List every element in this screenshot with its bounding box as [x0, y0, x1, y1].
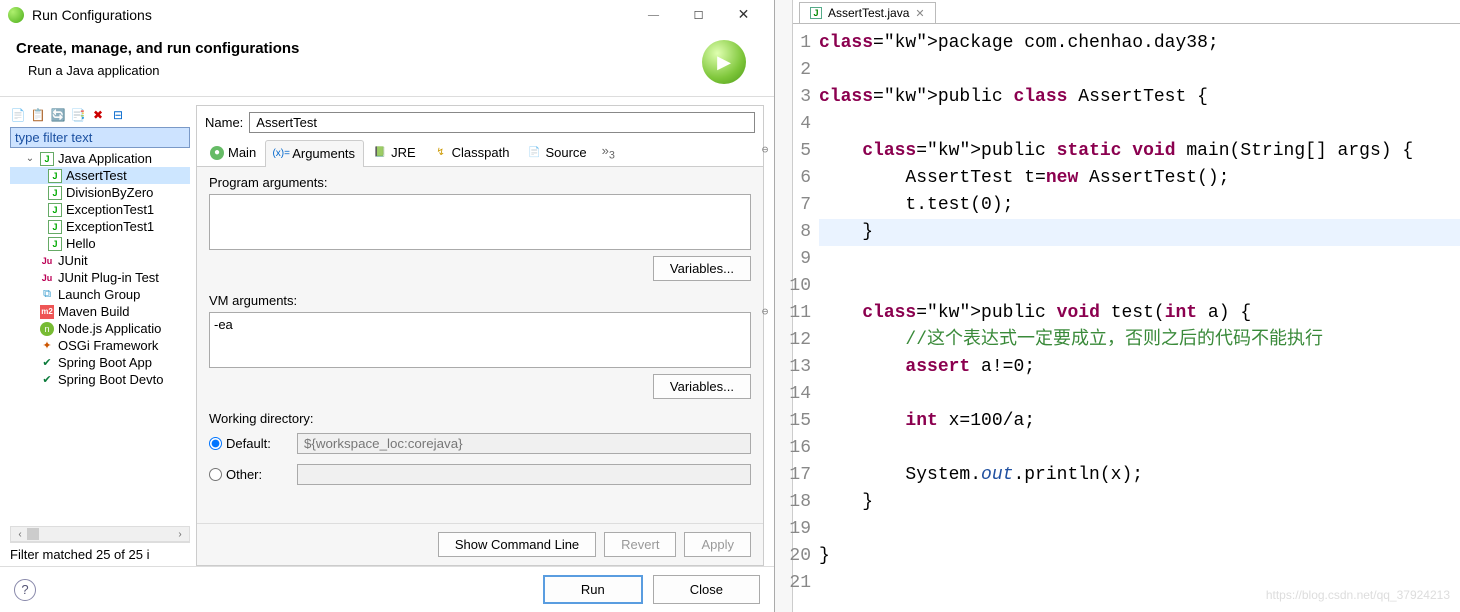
tree-node-junit-plugin[interactable]: JuJUnit Plug-in Test: [10, 269, 190, 286]
tree-hscrollbar[interactable]: ‹›: [10, 526, 190, 542]
tree-node-maven[interactable]: m2Maven Build: [10, 303, 190, 320]
titlebar: Run Configurations — ☐ ✕: [0, 0, 774, 30]
program-args-label: Program arguments:: [209, 175, 751, 190]
right-pane: Name: ●Main (x)=Arguments 📗JRE ↯Classpat…: [196, 105, 764, 566]
filter-status: Filter matched 25 of 25 i: [10, 542, 190, 566]
tree-node-nodejs[interactable]: nNode.js Applicatio: [10, 320, 190, 337]
minimize-button[interactable]: —: [631, 1, 676, 29]
working-dir-label: Working directory:: [209, 411, 751, 426]
banner-subheading: Run a Java application: [28, 63, 702, 78]
tree-node-springboot-app[interactable]: ✔Spring Boot App: [10, 354, 190, 371]
new-proto-icon[interactable]: 📋: [30, 107, 46, 123]
line-numbers: 12345⊖67891011⊖12131415161718192021: [775, 30, 819, 612]
wd-default-radio[interactable]: Default:: [209, 436, 289, 451]
config-tabs: ●Main (x)=Arguments 📗JRE ↯Classpath 📄Sou…: [197, 139, 763, 167]
show-command-line-button[interactable]: Show Command Line: [438, 532, 596, 557]
close-tab-icon[interactable]: ✕: [915, 7, 924, 20]
code-area[interactable]: 12345⊖67891011⊖12131415161718192021 clas…: [775, 24, 1460, 612]
vm-args-variables-button[interactable]: Variables...: [653, 374, 751, 399]
program-args-variables-button[interactable]: Variables...: [653, 256, 751, 281]
run-configurations-dialog: Run Configurations — ☐ ✕ Create, manage,…: [0, 0, 775, 612]
run-icon: ▶: [702, 40, 746, 84]
tree-node-launch-group[interactable]: ⧉Launch Group: [10, 286, 190, 303]
code-content[interactable]: class="kw">package com.chenhao.day38; cl…: [819, 30, 1460, 612]
close-button[interactable]: Close: [653, 575, 760, 604]
tree-node-divisionbyzero[interactable]: JDivisionByZero: [10, 184, 190, 201]
tab-classpath[interactable]: ↯Classpath: [425, 139, 519, 166]
wd-other-value[interactable]: [297, 464, 751, 485]
java-file-icon: J: [810, 7, 822, 19]
banner-heading: Create, manage, and run configurations: [16, 40, 702, 57]
run-button[interactable]: Run: [543, 575, 643, 604]
banner: Create, manage, and run configurations R…: [0, 30, 774, 97]
tab-arguments[interactable]: (x)=Arguments: [265, 140, 364, 167]
close-window-button[interactable]: ✕: [721, 1, 766, 29]
watermark: https://blog.csdn.net/qq_37924213: [1266, 588, 1450, 602]
left-pane: 📄 📋 🔄 📑 ✖ ⊟ ⌄JJava Application JAssertTe…: [10, 105, 190, 566]
window-title: Run Configurations: [32, 7, 631, 23]
help-icon[interactable]: ?: [14, 579, 36, 601]
editor-tabs: J AssertTest.java ✕: [775, 0, 1460, 24]
wd-other-radio[interactable]: Other:: [209, 467, 289, 482]
new-config-icon[interactable]: 📄: [10, 107, 26, 123]
app-icon: [8, 7, 24, 23]
tab-jre[interactable]: 📗JRE: [364, 139, 425, 166]
delete-icon[interactable]: ✖: [90, 107, 106, 123]
program-args-input[interactable]: [209, 194, 751, 250]
config-toolbar: 📄 📋 🔄 📑 ✖ ⊟: [10, 105, 190, 127]
wd-default-value: [297, 433, 751, 454]
tree-node-exceptiontest1a[interactable]: JExceptionTest1: [10, 201, 190, 218]
editor-tab-asserttest[interactable]: J AssertTest.java ✕: [799, 2, 936, 23]
vm-args-label: VM arguments:: [209, 293, 751, 308]
tree-node-junit[interactable]: JuJUnit: [10, 252, 190, 269]
duplicate-icon[interactable]: 📑: [70, 107, 86, 123]
config-tree[interactable]: ⌄JJava Application JAssertTest JDivision…: [10, 150, 190, 526]
tree-node-exceptiontest1b[interactable]: JExceptionTest1: [10, 218, 190, 235]
code-editor: J AssertTest.java ✕ 12345⊖67891011⊖12131…: [775, 0, 1460, 612]
tree-node-java-application[interactable]: ⌄JJava Application: [10, 150, 190, 167]
maximize-button[interactable]: ☐: [676, 1, 721, 29]
tab-main[interactable]: ●Main: [201, 139, 265, 166]
tree-node-osgi[interactable]: ✦OSGi Framework: [10, 337, 190, 354]
revert-button[interactable]: Revert: [604, 532, 676, 557]
tree-node-springboot-devtools[interactable]: ✔Spring Boot Devto: [10, 371, 190, 388]
tree-node-hello[interactable]: JHello: [10, 235, 190, 252]
export-icon[interactable]: 🔄: [50, 107, 66, 123]
name-input[interactable]: [249, 112, 755, 133]
tab-source[interactable]: 📄Source: [518, 139, 595, 166]
tree-node-asserttest[interactable]: JAssertTest: [10, 167, 190, 184]
apply-button[interactable]: Apply: [684, 532, 751, 557]
tabs-overflow[interactable]: »3: [596, 139, 621, 166]
collapse-icon[interactable]: ⊟: [110, 107, 126, 123]
vm-args-input[interactable]: -ea: [209, 312, 751, 368]
filter-input[interactable]: [10, 127, 190, 148]
name-label: Name:: [205, 115, 243, 130]
